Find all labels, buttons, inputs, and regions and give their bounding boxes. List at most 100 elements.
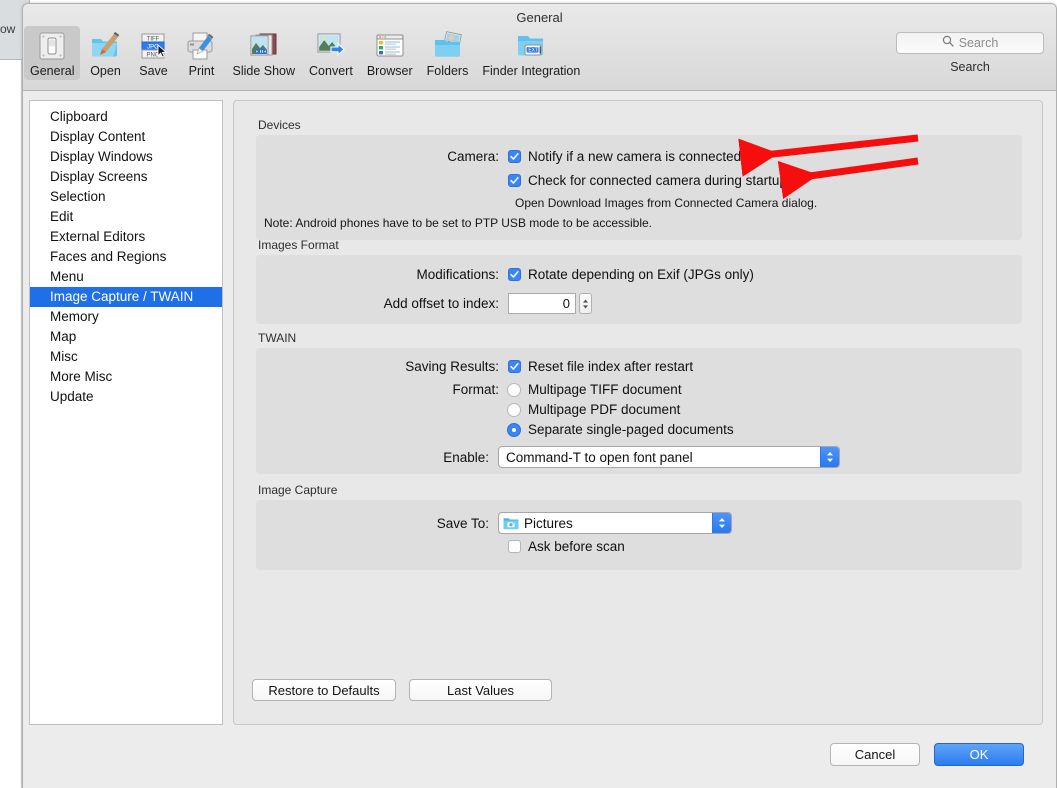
search-input[interactable]: Search — [896, 32, 1044, 54]
sidebar-item-update[interactable]: Update — [30, 387, 222, 407]
saving-results-label: Saving Results: — [405, 359, 499, 374]
notify-new-camera-label: Notify if a new camera is connected — [528, 149, 742, 164]
save-to-label: Save To: — [436, 515, 489, 531]
restore-to-defaults-label: Restore to Defaults — [268, 682, 380, 698]
settings-panel: Devices Camera: Notify if a new camera i… — [233, 100, 1043, 725]
sidebar-item-faces-and-regions[interactable]: Faces and Regions — [30, 247, 222, 267]
toolbar-item-open[interactable]: Open — [82, 26, 128, 80]
sidebar-item-image-capture-twain[interactable]: Image Capture / TWAIN — [30, 287, 222, 307]
sidebar-item-clipboard[interactable]: Clipboard — [30, 107, 222, 127]
rotate-exif-checkbox[interactable] — [508, 268, 521, 281]
cancel-button[interactable]: Cancel — [830, 743, 920, 766]
chevron-updown-icon — [820, 447, 839, 467]
devices-group: Devices Camera: Notify if a new camera i… — [256, 118, 1022, 240]
format-radio-multipage-pdf[interactable] — [507, 402, 521, 417]
sidebar-item-menu[interactable]: Menu — [30, 267, 222, 287]
image-capture-group-title: Image Capture — [258, 483, 338, 497]
toolbar-item-slide-show[interactable]: Slide Show — [226, 26, 301, 80]
svg-text:.EXT: .EXT — [527, 47, 538, 53]
sidebar-item-label: Image Capture / TWAIN — [50, 289, 194, 304]
notify-new-camera-checkbox[interactable] — [508, 150, 521, 163]
add-offset-stepper[interactable] — [579, 293, 592, 314]
toolbar-item-label: Save — [139, 64, 168, 78]
sidebar-item-misc[interactable]: Misc — [30, 347, 222, 367]
toolbar-item-general[interactable]: General — [24, 26, 81, 80]
content-area: Clipboard Display Content Display Window… — [23, 92, 1056, 732]
sidebar-item-label: Misc — [50, 349, 78, 364]
convert-arrow-icon — [314, 29, 348, 63]
sidebar-item-selection[interactable]: Selection — [30, 187, 222, 207]
printer-icon — [184, 29, 218, 63]
toolbar-item-browser[interactable]: Browser — [361, 26, 419, 80]
camera-label: Camera: — [447, 149, 499, 164]
format-radio-multipage-tiff[interactable] — [507, 382, 521, 397]
toolbar-item-convert[interactable]: Convert — [303, 26, 359, 80]
slideshow-icon — [247, 29, 281, 63]
search-caption: Search — [950, 60, 990, 74]
finder-ext-icon: .EXT — [514, 29, 548, 63]
sidebar-item-map[interactable]: Map — [30, 327, 222, 347]
devices-group-title: Devices — [258, 118, 301, 132]
sidebar-item-label: Display Content — [50, 129, 146, 144]
check-camera-startup-checkbox[interactable] — [508, 174, 521, 187]
enable-label: Enable: — [443, 449, 489, 465]
image-capture-group-box: Save To: Pictures Ask before scan — [256, 500, 1022, 570]
android-ptp-note: Note: Android phones have to be set to P… — [264, 216, 653, 230]
toolbar-item-label: Open — [90, 64, 121, 78]
ask-before-scan-checkbox[interactable] — [508, 540, 521, 553]
sidebar-item-label: Menu — [50, 269, 84, 284]
sidebar-item-display-windows[interactable]: Display Windows — [30, 147, 222, 167]
toolbar-item-finder-integration[interactable]: .EXT Finder Integration — [476, 26, 586, 80]
sidebar-item-label: Display Windows — [50, 149, 153, 164]
toolbar-item-print[interactable]: Print — [178, 26, 224, 80]
folders-photo-icon — [431, 29, 465, 63]
devices-group-box: Camera: Notify if a new camera is connec… — [256, 135, 1022, 240]
window-title: General — [516, 10, 563, 25]
sidebar-item-memory[interactable]: Memory — [30, 307, 222, 327]
sidebar-item-edit[interactable]: Edit — [30, 207, 222, 227]
restore-to-defaults-button[interactable]: Restore to Defaults — [252, 679, 396, 701]
sidebar-item-display-content[interactable]: Display Content — [30, 127, 222, 147]
search-group: Search Search — [896, 32, 1044, 74]
twain-group: TWAIN Saving Results: Reset file index a… — [256, 331, 1022, 474]
last-values-button[interactable]: Last Values — [409, 679, 552, 701]
background-window-label: ow — [0, 22, 16, 36]
image-capture-group: Image Capture Save To: Pictures Ask befo… — [256, 483, 1022, 570]
twain-group-title: TWAIN — [258, 331, 297, 345]
ok-label: OK — [969, 747, 989, 762]
toolbar-item-folders[interactable]: Folders — [421, 26, 475, 80]
check-camera-startup-label: Check for connected camera during startu… — [528, 173, 787, 188]
sidebar-item-external-editors[interactable]: External Editors — [30, 227, 222, 247]
sidebar-item-label: Update — [50, 389, 94, 404]
format-option-label: Separate single-paged documents — [528, 422, 734, 437]
format-radio-separate-single-paged[interactable] — [507, 422, 521, 437]
sidebar-item-label: Memory — [50, 309, 99, 324]
enable-dropdown-value: Command-T to open font panel — [506, 449, 693, 465]
sidebar-item-more-misc[interactable]: More Misc — [30, 367, 222, 387]
reset-file-index-checkbox[interactable] — [508, 360, 521, 373]
save-to-value: Pictures — [524, 515, 573, 531]
format-option-label: Multipage TIFF document — [528, 382, 682, 397]
save-to-dropdown[interactable]: Pictures — [498, 512, 732, 534]
add-offset-label: Add offset to index: — [383, 296, 499, 311]
pictures-folder-icon — [503, 516, 519, 530]
images-format-group: Images Format Modifications: Rotate depe… — [256, 238, 1022, 324]
format-option-label: Multipage PDF document — [528, 402, 681, 417]
add-offset-value: 0 — [562, 296, 570, 311]
window-footer: Cancel OK — [23, 731, 1056, 788]
add-offset-input[interactable]: 0 — [508, 293, 576, 314]
toolbar-item-save[interactable]: TIFF JPG PNG Save — [130, 26, 176, 80]
sidebar-item-label: Map — [50, 329, 77, 344]
toolbar-item-label: General — [30, 64, 75, 78]
toolbar-item-label: Folders — [426, 64, 469, 78]
toolbar-item-label: Convert — [309, 64, 353, 78]
format-label: Format: — [452, 382, 499, 397]
settings-sidebar[interactable]: Clipboard Display Content Display Window… — [29, 100, 223, 725]
preferences-window: General General Open TIFF JPG PNG Save P… — [22, 3, 1057, 788]
background-window-body[interactable] — [0, 60, 22, 788]
last-values-label: Last Values — [447, 682, 514, 698]
ok-button[interactable]: OK — [934, 743, 1024, 766]
sidebar-item-label: Faces and Regions — [50, 249, 167, 264]
enable-dropdown[interactable]: Command-T to open font panel — [498, 446, 840, 468]
sidebar-item-display-screens[interactable]: Display Screens — [30, 167, 222, 187]
